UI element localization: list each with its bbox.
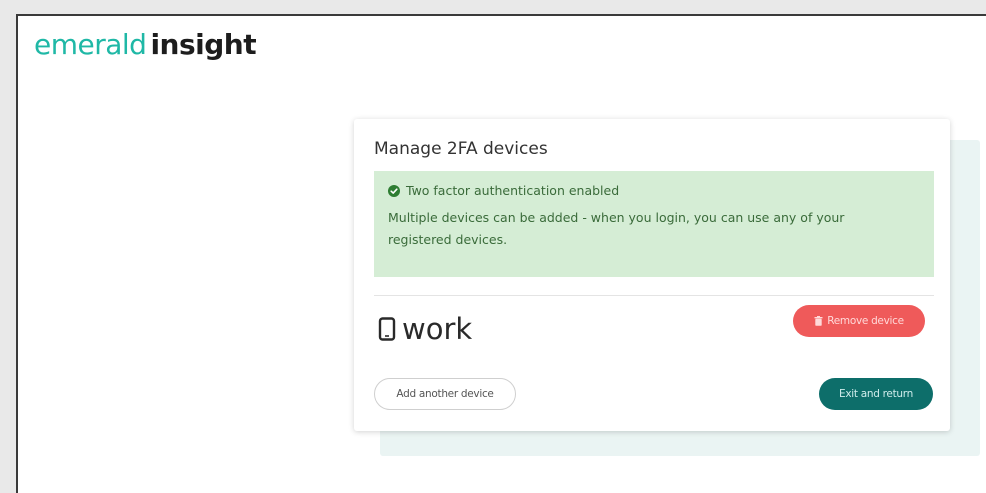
exit-and-return-button[interactable]: Exit and return	[819, 378, 933, 410]
add-another-device-button[interactable]: Add another device	[374, 378, 516, 410]
check-circle-icon	[388, 184, 400, 197]
alert-body-text: Multiple devices can be added - when you…	[388, 210, 845, 247]
success-alert: Two factor authentication enabled Multip…	[374, 171, 934, 277]
logo-text-bold: insight	[150, 28, 257, 61]
emerald-insight-logo[interactable]: emerald insight	[34, 28, 257, 62]
alert-heading-row: Two factor authentication enabled	[388, 183, 920, 198]
card-title: Manage 2FA devices	[374, 139, 548, 159]
logo-text-light: emerald	[34, 28, 147, 61]
page-frame: emerald insight Manage 2FA devices Two fa…	[16, 14, 986, 493]
manage-2fa-card: Manage 2FA devices Two factor authentica…	[354, 119, 950, 431]
alert-heading-text: Two factor authentication enabled	[406, 183, 620, 198]
mobile-phone-icon	[378, 317, 396, 341]
remove-device-label: Remove device	[827, 315, 904, 327]
remove-device-button[interactable]: Remove device	[793, 305, 925, 337]
divider	[374, 295, 934, 296]
device-row: work	[378, 311, 472, 347]
trash-icon	[814, 316, 823, 326]
device-name: work	[402, 312, 473, 346]
